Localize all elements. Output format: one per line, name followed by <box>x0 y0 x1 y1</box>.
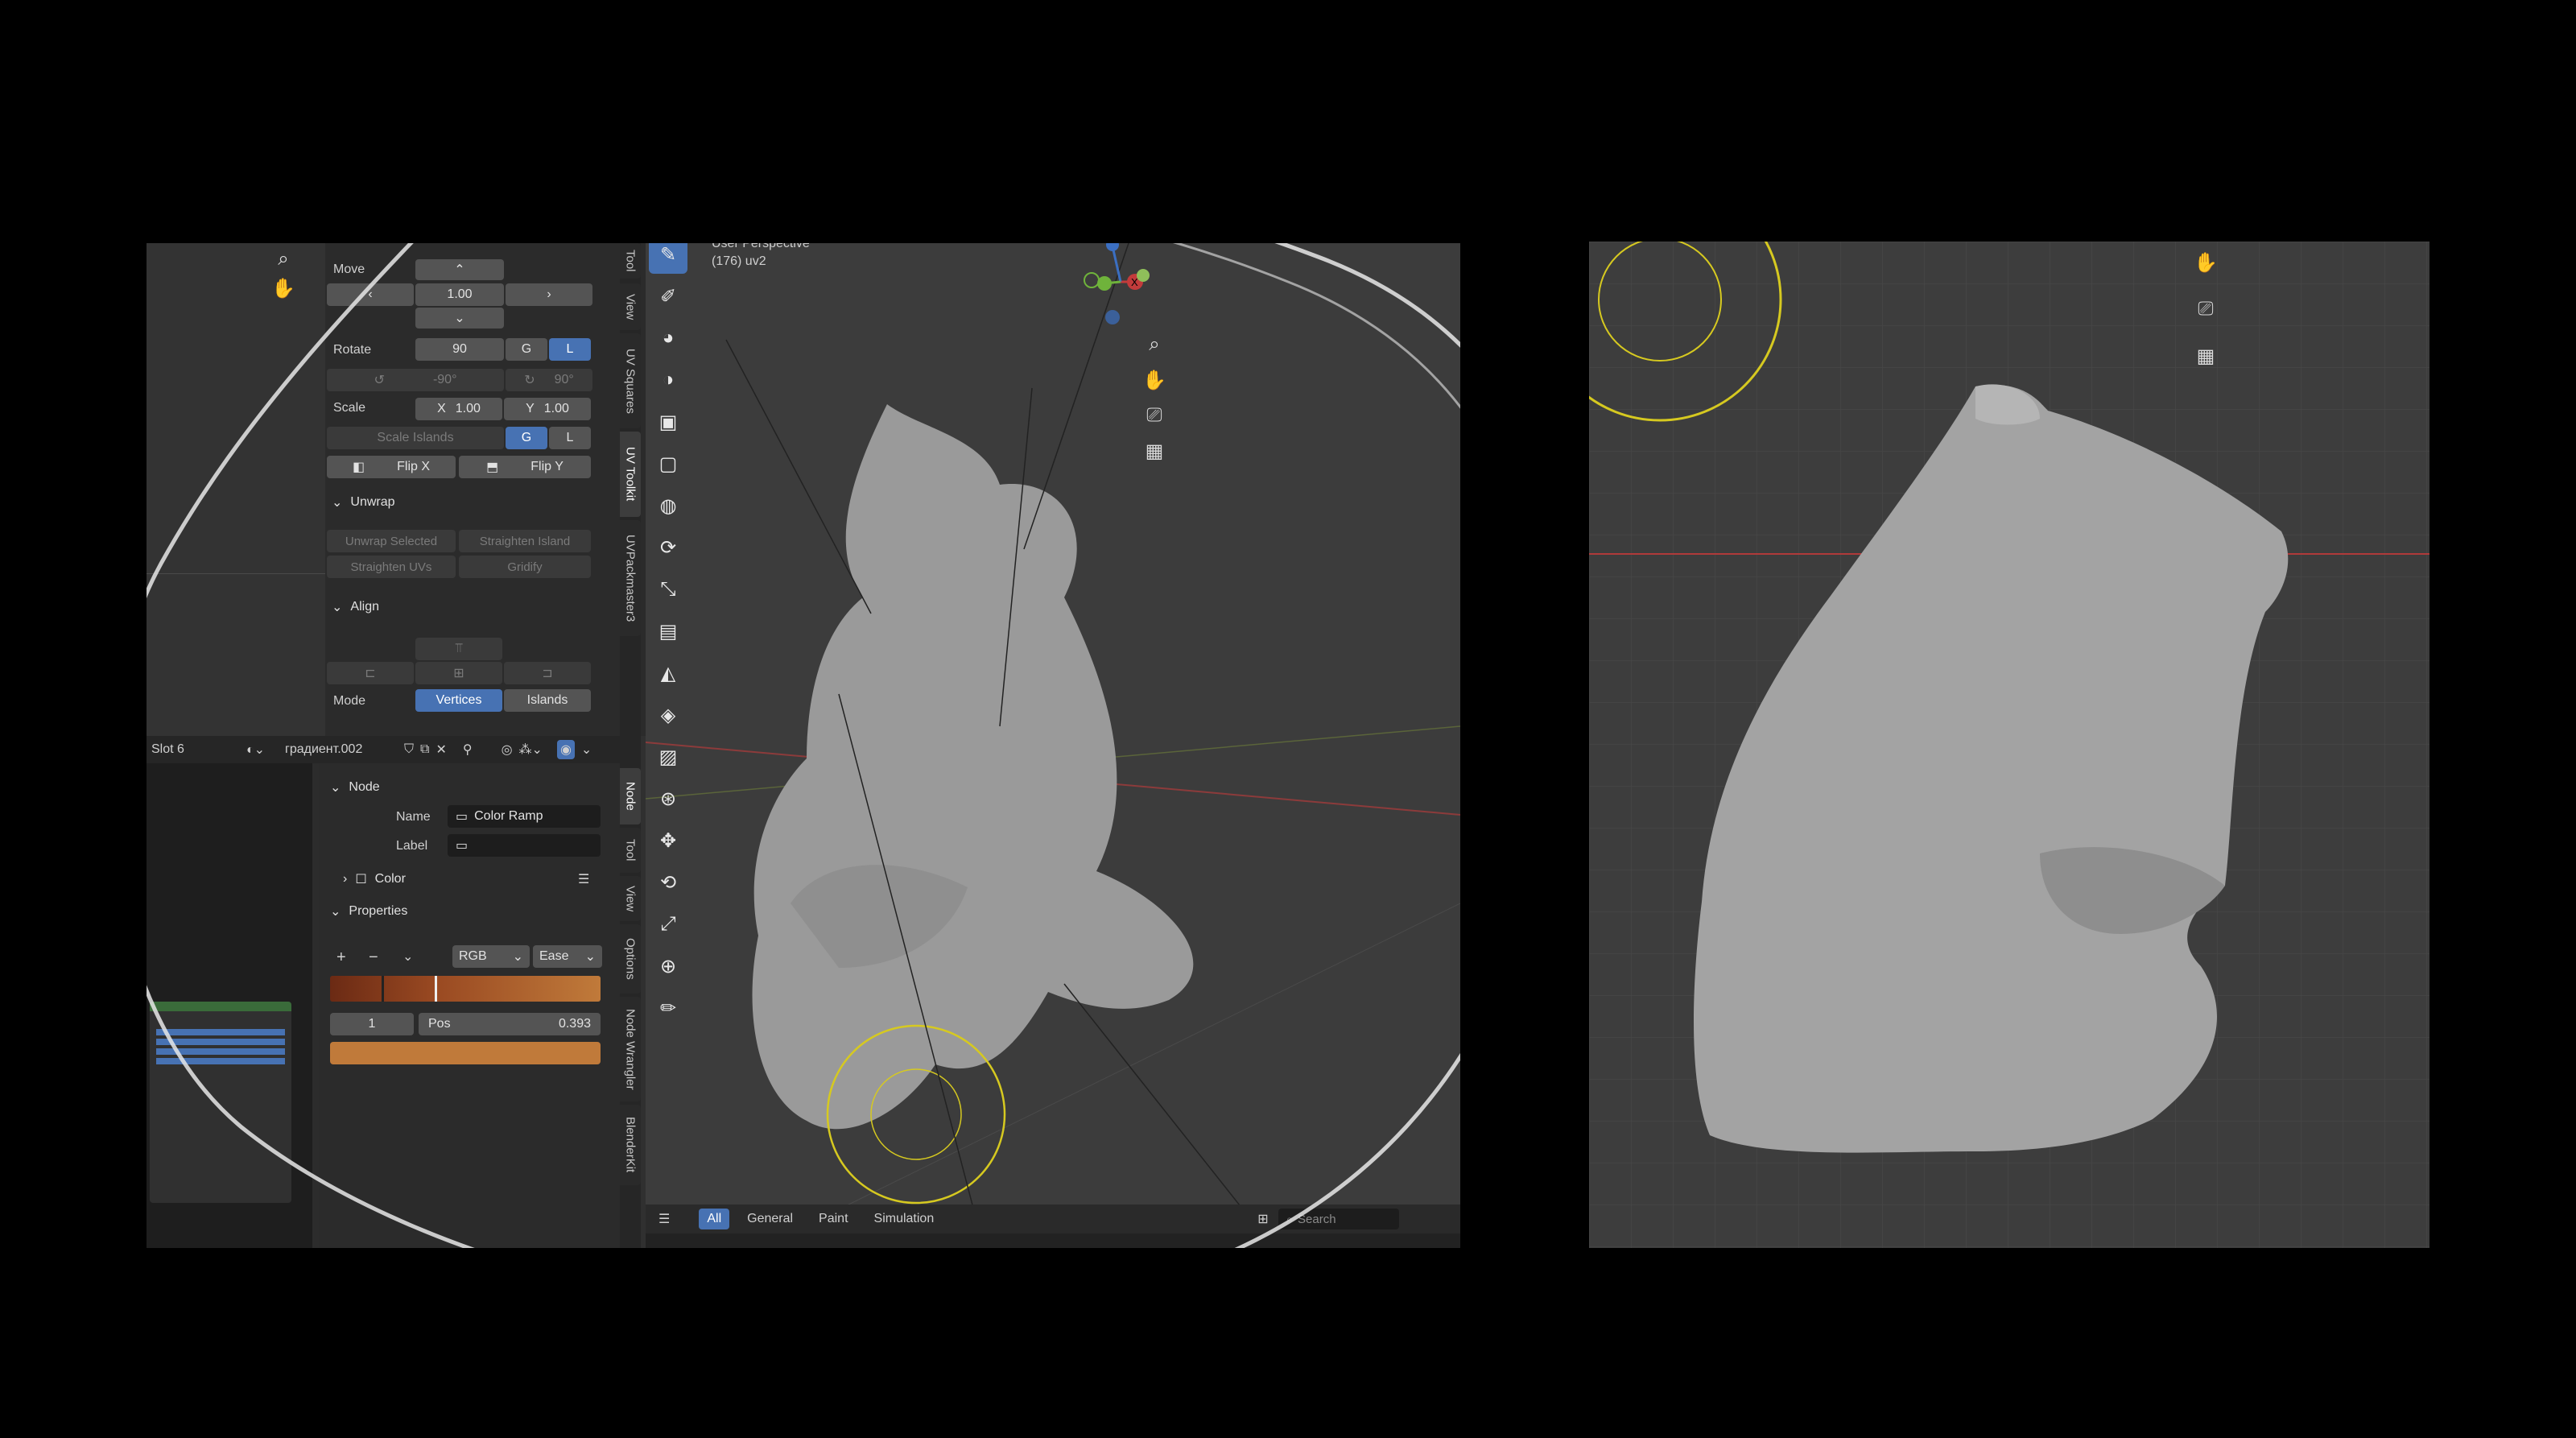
blender-uv-editor-screenshot: ⌕ ✋ Move ⌃ ‹ 1.00 › ⌄ Rotate 90 G L ↺ -90… <box>147 243 1460 1248</box>
hand-icon[interactable]: ✋ <box>2190 246 2222 279</box>
camera-icon[interactable]: ⎚ <box>2190 293 2222 325</box>
blender-viewport-screenshot[interactable]: ✋ ⎚ ▦ <box>1589 242 2429 1248</box>
grid-icon[interactable]: ▦ <box>2190 340 2222 372</box>
hand-drawn-oval-overlay <box>147 243 1460 1248</box>
right-viewport-drawing <box>1589 242 2429 1248</box>
